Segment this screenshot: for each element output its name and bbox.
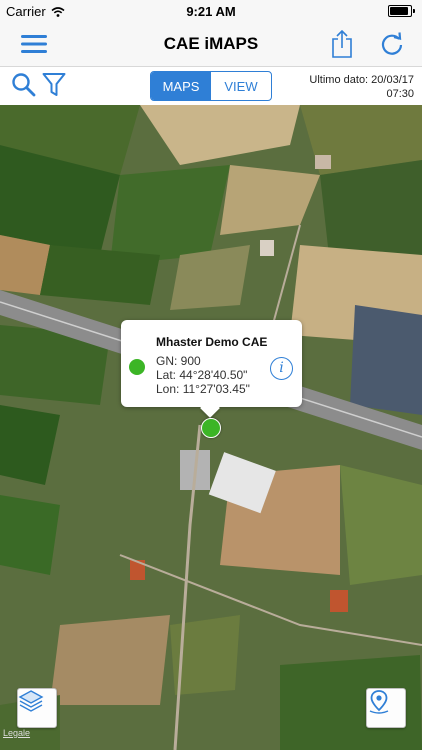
locate-button[interactable] [366,688,406,728]
station-longitude: Lon: 11°27'03.45" [156,382,250,396]
battery-level [390,7,408,15]
share-icon [332,30,352,58]
app-title: CAE iMAPS [163,34,259,53]
filter-icon [42,73,66,96]
status-bar: Carrier 9:21 AM [0,0,422,22]
station-gn: GN: 900 [156,354,201,368]
legal-link[interactable]: Legale [3,728,30,738]
toolbar: MAPS VIEW Ultimo dato: 20/03/17 07:30 [0,67,422,105]
refresh-icon [381,32,403,55]
last-data-time: 07:30 [386,88,414,100]
tab-maps[interactable]: MAPS [151,72,211,100]
view-mode-selector: MAPS VIEW [150,71,272,101]
station-name: Mhaster Demo CAE [156,335,268,349]
status-time: 9:21 AM [186,4,236,19]
tab-view[interactable]: VIEW [211,72,271,100]
station-callout[interactable]: Mhaster Demo CAE GN: 900 Lat: 44°28'40.5… [121,320,302,407]
search-icon [12,73,36,97]
location-pin-icon [369,690,389,714]
layers-button[interactable] [17,688,57,728]
last-data-date: Ultimo dato: 20/03/17 [309,74,414,86]
last-data-timestamp: Ultimo dato: 20/03/17 07:30 [309,73,414,101]
station-marker[interactable] [201,418,221,438]
battery-icon [388,5,415,17]
layers-icon [18,690,44,712]
station-latitude: Lat: 44°28'40.50" [156,368,248,382]
info-icon[interactable]: i [270,357,293,380]
station-status-dot [129,359,145,375]
share-button[interactable] [326,28,358,60]
search-button[interactable] [8,69,40,101]
refresh-button[interactable] [376,28,408,60]
filter-button[interactable] [38,69,70,101]
navigation-bar: CAE iMAPS [0,22,422,67]
